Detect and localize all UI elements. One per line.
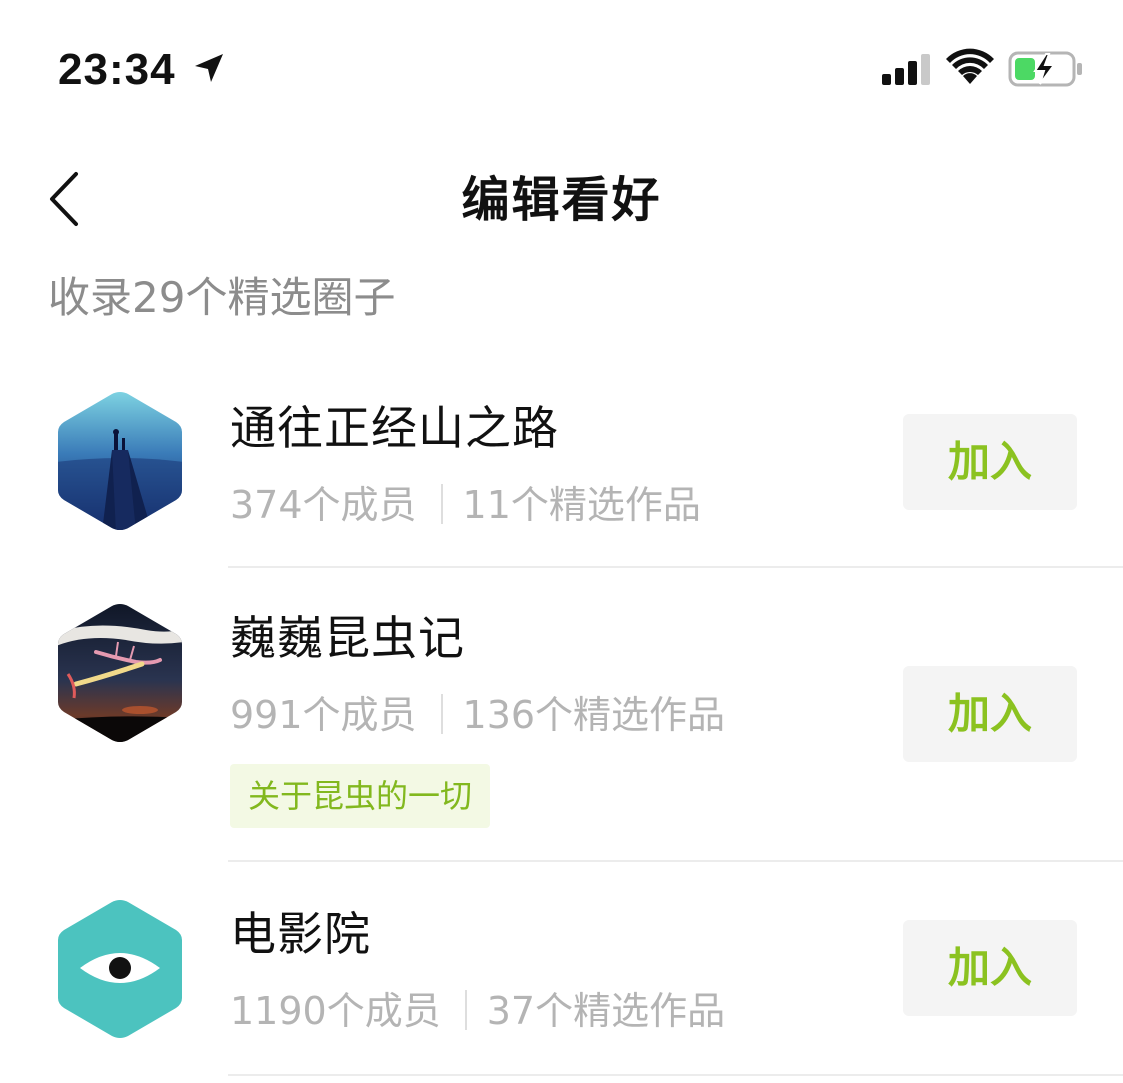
battery-charging-icon bbox=[1008, 51, 1082, 87]
work-count: 136个精选作品 bbox=[462, 693, 726, 737]
circle-name: 巍巍昆虫记 bbox=[230, 611, 465, 665]
circle-meta: 991个成员 136个精选作品 bbox=[230, 690, 725, 740]
circle-name: 电影院 bbox=[230, 907, 371, 961]
meta-divider bbox=[464, 990, 467, 1030]
join-button[interactable]: 加入 bbox=[903, 414, 1077, 510]
circle-item-3[interactable]: 电影院 1190个成员 37个精选作品 加入 bbox=[0, 896, 1123, 1076]
work-count: 11个精选作品 bbox=[462, 483, 701, 527]
row-divider bbox=[228, 860, 1123, 862]
circle-name: 通往正经山之路 bbox=[230, 401, 559, 455]
insect-photo-avatar[interactable] bbox=[56, 602, 184, 744]
section-caption: 收录29个精选圈子 bbox=[48, 273, 396, 322]
join-button[interactable]: 加入 bbox=[903, 666, 1077, 762]
circle-item-1[interactable]: 通往正经山之路 374个成员 11个精选作品 加入 bbox=[0, 390, 1123, 570]
member-count: 374个成员 bbox=[230, 483, 417, 527]
page-title: 编辑看好 bbox=[461, 172, 662, 228]
location-arrow-icon bbox=[195, 54, 223, 82]
member-count: 1190个成员 bbox=[230, 989, 441, 1033]
row-divider bbox=[228, 566, 1123, 568]
row-divider bbox=[228, 1074, 1123, 1076]
topic-tag[interactable]: 关于昆虫的一切 bbox=[230, 764, 491, 828]
meta-divider bbox=[440, 694, 443, 734]
join-button[interactable]: 加入 bbox=[903, 920, 1077, 1016]
wifi-icon bbox=[946, 48, 994, 84]
work-count: 37个精选作品 bbox=[486, 989, 726, 1033]
mountain-photo-avatar[interactable] bbox=[56, 390, 184, 532]
status-bar: 23:34 bbox=[0, 0, 1123, 130]
member-count: 991个成员 bbox=[230, 693, 417, 737]
cellular-signal-icon bbox=[882, 54, 930, 85]
meta-divider bbox=[440, 484, 443, 524]
circle-meta: 1190个成员 37个精选作品 bbox=[230, 986, 725, 1036]
circle-item-2[interactable]: 巍巍昆虫记 991个成员 136个精选作品 关于昆虫的一切 加入 bbox=[0, 600, 1123, 860]
eye-icon-avatar[interactable] bbox=[56, 898, 184, 1040]
status-time: 23:34 bbox=[58, 45, 176, 94]
circle-meta: 374个成员 11个精选作品 bbox=[230, 480, 701, 530]
